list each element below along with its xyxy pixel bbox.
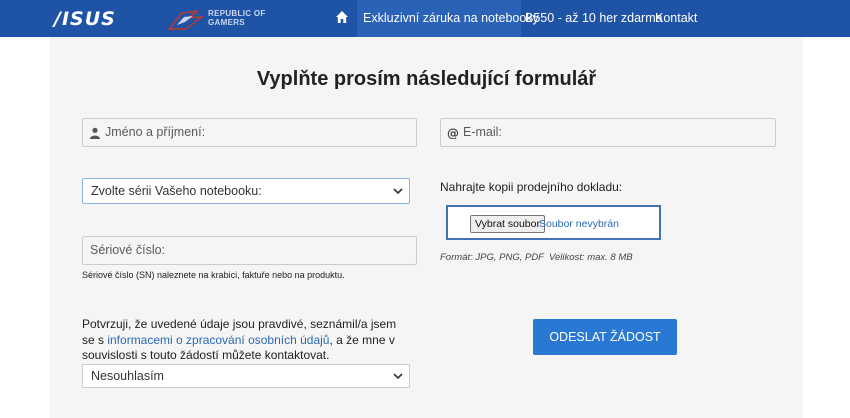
- rog-logo-text: REPUBLIC OF GAMERS: [208, 9, 266, 27]
- svg-text:@: @: [447, 127, 459, 139]
- name-placeholder: Jméno a příjmení:: [105, 125, 206, 139]
- series-select-value: Zvolte sérii Vašeho notebooku:: [91, 184, 262, 198]
- consent-select[interactable]: Nesouhlasím: [82, 364, 410, 388]
- chevron-down-icon: [393, 188, 403, 195]
- consent-select-value: Nesouhlasím: [91, 369, 164, 383]
- serial-placeholder: Sériové číslo:: [90, 243, 166, 257]
- upload-box: Vybrat soubor Soubor nevybrán: [446, 205, 661, 240]
- rog-logo[interactable]: REPUBLIC OF GAMERS: [168, 7, 288, 31]
- email-placeholder: E-mail:: [463, 125, 502, 139]
- upload-label: Nahrajte kopii prodejního dokladu:: [440, 180, 623, 194]
- top-navbar: /ISUS REPUBLIC OF GAMERS Exkluzivní záru…: [0, 0, 850, 37]
- choose-file-button[interactable]: Vybrat soubor: [470, 215, 545, 233]
- series-select[interactable]: Zvolte sérii Vašeho notebooku:: [82, 178, 410, 204]
- chevron-down-icon: [393, 373, 403, 380]
- form-panel: Vyplňte prosím následující formulář Jmén…: [50, 37, 803, 418]
- at-icon: @: [447, 127, 459, 139]
- rog-eye-icon: [168, 10, 204, 30]
- serial-number-field[interactable]: Sériové číslo:: [82, 236, 417, 265]
- user-icon: [90, 127, 100, 139]
- upload-size-note: Velikost: max. 8 MB: [549, 252, 633, 263]
- nav-item-contact[interactable]: Kontakt: [655, 0, 699, 37]
- submit-button[interactable]: ODESLAT ŽÁDOST: [533, 319, 677, 355]
- file-status: Soubor nevybrán: [539, 218, 619, 230]
- upload-format-note: Formát: JPG, PNG, PDF: [440, 252, 544, 263]
- email-field[interactable]: @ E-mail:: [440, 118, 776, 147]
- consent-text: Potvrzuji, že uvedené údaje jsou pravdiv…: [82, 317, 412, 364]
- serial-hint: Sériové číslo (SN) naleznete na krabici,…: [82, 270, 345, 280]
- privacy-link[interactable]: informacemi o zpracování osobních údajů: [107, 333, 329, 347]
- home-icon[interactable]: [335, 10, 349, 24]
- name-field[interactable]: Jméno a příjmení:: [82, 118, 417, 147]
- page-title: Vyplňte prosím následující formulář: [256, 68, 597, 90]
- asus-logo[interactable]: /ISUS: [54, 9, 116, 29]
- nav-item-warranty[interactable]: Exkluzivní záruka na notebooky: [357, 0, 539, 37]
- nav-item-b550[interactable]: B550 - až 10 her zdarma: [525, 0, 663, 37]
- asus-logo-text: /ISUS: [54, 8, 116, 30]
